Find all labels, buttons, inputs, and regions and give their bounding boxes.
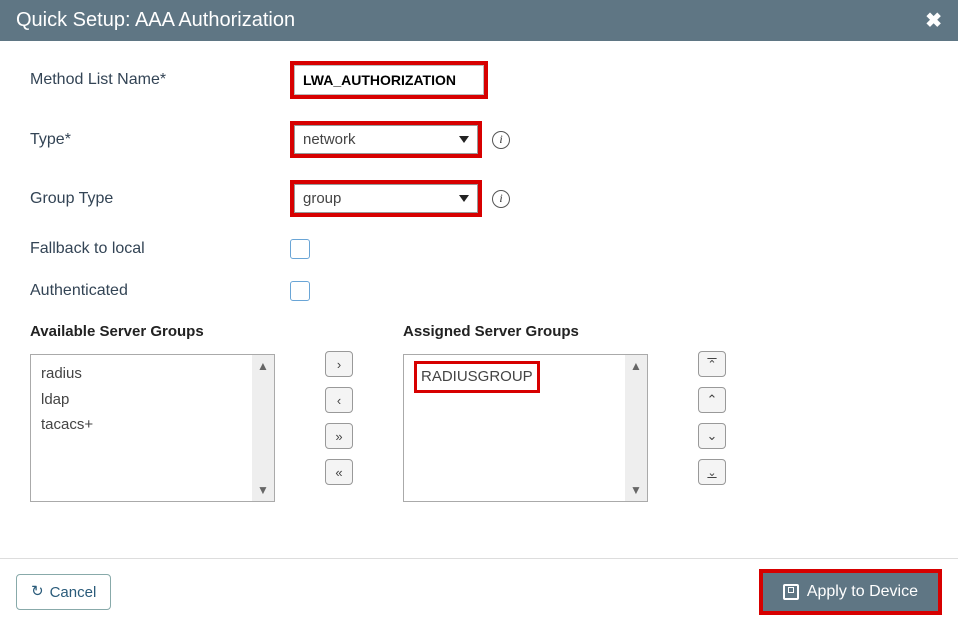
assigned-groups-items: RADIUSGROUP [404, 355, 625, 501]
undo-icon: ↺ [31, 582, 44, 600]
available-groups-items: radius ldap tacacs+ [31, 355, 252, 501]
move-up-button[interactable]: ⌃ [698, 387, 726, 413]
highlight-method-list-name [290, 61, 488, 99]
apply-button-label: Apply to Device [807, 583, 918, 601]
close-icon[interactable]: ✖ [925, 8, 942, 33]
order-buttons: ⌃ ⌃ ⌄ ⌄ [698, 323, 726, 485]
method-list-name-input[interactable] [294, 65, 484, 95]
dialog-header: Quick Setup: AAA Authorization ✖ [0, 0, 958, 41]
row-method-list-name: Method List Name* [30, 61, 934, 99]
transfer-buttons: › ‹ » « [325, 323, 353, 485]
save-icon [783, 584, 799, 600]
available-groups-column: Available Server Groups radius ldap taca… [30, 323, 275, 502]
row-group-type: Group Type group i [30, 180, 934, 217]
list-item[interactable]: RADIUSGROUP [421, 368, 533, 385]
assigned-groups-title: Assigned Server Groups [403, 323, 648, 340]
dialog-title: Quick Setup: AAA Authorization [16, 9, 295, 32]
cancel-button-label: Cancel [50, 584, 97, 601]
scroll-down-icon[interactable]: ▼ [257, 483, 269, 497]
move-down-button[interactable]: ⌄ [698, 423, 726, 449]
label-group-type: Group Type [30, 190, 290, 208]
highlight-type: network [290, 121, 482, 158]
list-item[interactable]: tacacs+ [41, 412, 242, 438]
label-fallback: Fallback to local [30, 240, 290, 258]
move-top-button[interactable]: ⌃ [698, 351, 726, 377]
chevron-down-icon [459, 195, 469, 202]
list-item[interactable]: radius [41, 361, 242, 387]
assigned-scrollbar[interactable]: ▲ ▼ [625, 355, 647, 501]
move-left-button[interactable]: ‹ [325, 387, 353, 413]
dialog-body: Method List Name* Type* network i Group … [0, 41, 958, 512]
highlight-group-type: group [290, 180, 482, 217]
server-groups-area: Available Server Groups radius ldap taca… [30, 323, 934, 502]
move-right-button[interactable]: › [325, 351, 353, 377]
move-bottom-button[interactable]: ⌄ [698, 459, 726, 485]
available-groups-title: Available Server Groups [30, 323, 275, 340]
apply-button[interactable]: Apply to Device [763, 573, 938, 611]
highlight-assigned-item: RADIUSGROUP [414, 361, 540, 393]
type-select[interactable]: network [294, 125, 478, 154]
type-select-value: network [303, 131, 356, 148]
move-all-right-button[interactable]: » [325, 423, 353, 449]
label-method-list-name: Method List Name* [30, 71, 290, 89]
label-authenticated: Authenticated [30, 282, 290, 300]
cancel-button[interactable]: ↺ Cancel [16, 574, 111, 610]
available-groups-list[interactable]: radius ldap tacacs+ ▲ ▼ [30, 354, 275, 502]
list-item[interactable]: ldap [41, 387, 242, 413]
row-fallback: Fallback to local [30, 239, 934, 259]
row-authenticated: Authenticated [30, 281, 934, 301]
scroll-up-icon[interactable]: ▲ [257, 359, 269, 373]
chevron-down-icon [459, 136, 469, 143]
scroll-down-icon[interactable]: ▼ [630, 483, 642, 497]
group-type-select-value: group [303, 190, 341, 207]
available-scrollbar[interactable]: ▲ ▼ [252, 355, 274, 501]
fallback-checkbox[interactable] [290, 239, 310, 259]
assigned-groups-list[interactable]: RADIUSGROUP ▲ ▼ [403, 354, 648, 502]
info-icon[interactable]: i [492, 190, 510, 208]
authenticated-checkbox[interactable] [290, 281, 310, 301]
move-all-left-button[interactable]: « [325, 459, 353, 485]
info-icon[interactable]: i [492, 131, 510, 149]
group-type-select[interactable]: group [294, 184, 478, 213]
scroll-up-icon[interactable]: ▲ [630, 359, 642, 373]
label-type: Type* [30, 131, 290, 149]
highlight-apply: Apply to Device [759, 569, 942, 615]
dialog-footer: ↺ Cancel Apply to Device [0, 558, 958, 625]
assigned-groups-column: Assigned Server Groups RADIUSGROUP ▲ ▼ [403, 323, 648, 502]
row-type: Type* network i [30, 121, 934, 158]
